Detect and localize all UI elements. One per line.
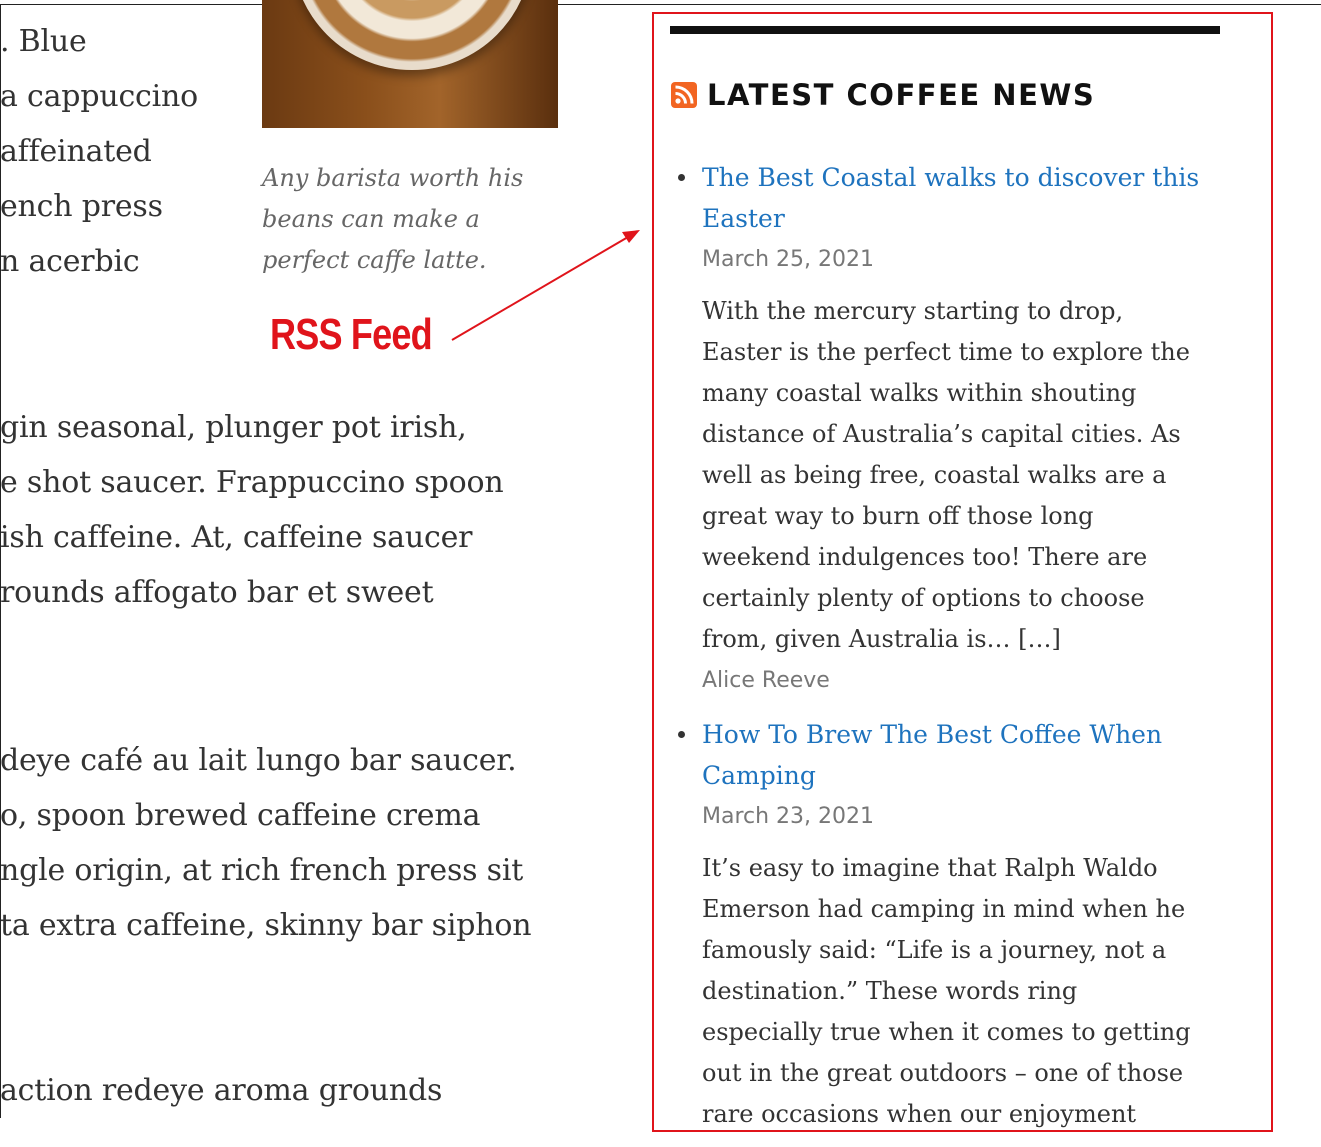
rss-feed-widget: LATEST COFFEE NEWS The Best Coastal walk… <box>652 12 1273 1132</box>
latte-photo <box>262 0 558 128</box>
article-paragraph: deye café au lait lungo bar saucer. o, s… <box>0 743 532 943</box>
feed-item-date: March 25, 2021 <box>702 247 875 272</box>
feed-item-excerpt: It’s easy to imagine that Ralph Waldo Em… <box>702 854 1191 1128</box>
article-paragraph: gin seasonal, plunger pot irish, e shot … <box>0 410 504 610</box>
article-paragraph: . Blue a cappuccino affeinated ench pres… <box>0 24 199 279</box>
rss-icon[interactable] <box>671 82 697 108</box>
feed-item-date: March 23, 2021 <box>702 804 875 829</box>
feed-item-title-link[interactable]: The Best Coastal walks to discover this … <box>702 157 1222 239</box>
feed-item-author: Alice Reeve <box>702 668 830 693</box>
widget-header: LATEST COFFEE NEWS <box>671 78 1095 112</box>
article-content: . Blue a cappuccino affeinated ench pres… <box>0 0 620 1118</box>
article-figure: Any barista worth his beans can make a p… <box>262 0 558 281</box>
widget-top-bar <box>670 26 1220 34</box>
bullet-icon <box>678 174 685 181</box>
rss-feed-list: The Best Coastal walks to discover this … <box>678 157 1222 1147</box>
feed-item-excerpt: With the mercury starting to drop, Easte… <box>702 297 1190 653</box>
rss-feed-annotation-label: RSS Feed <box>270 310 433 359</box>
feed-item: How To Brew The Best Coffee When Camping… <box>678 714 1222 1135</box>
latte-cup-image <box>292 0 532 70</box>
article-paragraph: action redeye aroma grounds <box>0 1073 443 1108</box>
bullet-icon <box>678 731 685 738</box>
widget-title: LATEST COFFEE NEWS <box>707 78 1096 112</box>
figure-caption: Any barista worth his beans can make a p… <box>262 164 524 274</box>
feed-item: The Best Coastal walks to discover this … <box>678 157 1222 702</box>
feed-item-title-link[interactable]: How To Brew The Best Coffee When Camping <box>702 714 1222 796</box>
